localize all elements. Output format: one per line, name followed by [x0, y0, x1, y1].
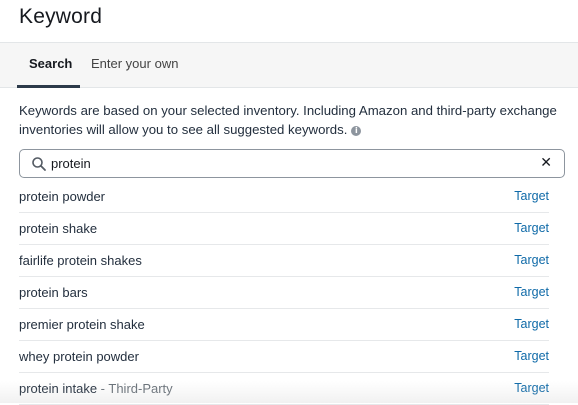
- panel-header: Keyword: [0, 0, 578, 43]
- keyword-results-list: protein powder Target protein shake Targ…: [19, 181, 549, 405]
- keyword-row: whey protein powder Target: [19, 341, 549, 373]
- keyword-row: protein bars Target: [19, 277, 549, 309]
- tab-bar: Search Enter your own: [0, 43, 578, 88]
- keyword-search-box: ✕: [19, 149, 565, 178]
- keyword-text: protein intake - Third-Party: [19, 381, 173, 396]
- target-link[interactable]: Target: [514, 317, 549, 331]
- keyword-row: protein intake - Third-Party Target: [19, 373, 549, 405]
- keyword-search-input[interactable]: [51, 153, 521, 174]
- search-icon: [32, 157, 46, 171]
- keyword-text: protein powder: [19, 189, 105, 204]
- keyword-text: whey protein powder: [19, 349, 139, 364]
- keyword-text: protein shake: [19, 221, 98, 236]
- target-link[interactable]: Target: [514, 349, 549, 363]
- keyword-text: premier protein shake: [19, 317, 145, 332]
- target-link[interactable]: Target: [514, 189, 549, 203]
- target-link[interactable]: Target: [514, 381, 549, 395]
- active-tab-indicator: [17, 85, 80, 88]
- close-icon[interactable]: ✕: [540, 155, 552, 172]
- keyword-row: premier protein shake Target: [19, 309, 549, 341]
- target-link[interactable]: Target: [514, 221, 549, 235]
- inventory-description: Keywords are based on your selected inve…: [19, 101, 559, 139]
- keyword-row: fairlife protein shakes Target: [19, 245, 549, 277]
- keyword-row: protein powder Target: [19, 181, 549, 213]
- info-icon[interactable]: i: [351, 126, 362, 136]
- keyword-text: protein bars: [19, 285, 88, 300]
- panel-title: Keyword: [19, 5, 103, 28]
- keyword-row: protein shake Target: [19, 213, 549, 245]
- tab-search[interactable]: Search: [29, 56, 72, 72]
- target-link[interactable]: Target: [514, 253, 549, 267]
- target-link[interactable]: Target: [514, 285, 549, 299]
- keyword-text: fairlife protein shakes: [19, 253, 142, 268]
- description-text: Keywords are based on your selected inve…: [19, 103, 557, 137]
- tab-enter-your-own[interactable]: Enter your own: [91, 56, 178, 72]
- keyword-source: - Third-Party: [97, 381, 173, 396]
